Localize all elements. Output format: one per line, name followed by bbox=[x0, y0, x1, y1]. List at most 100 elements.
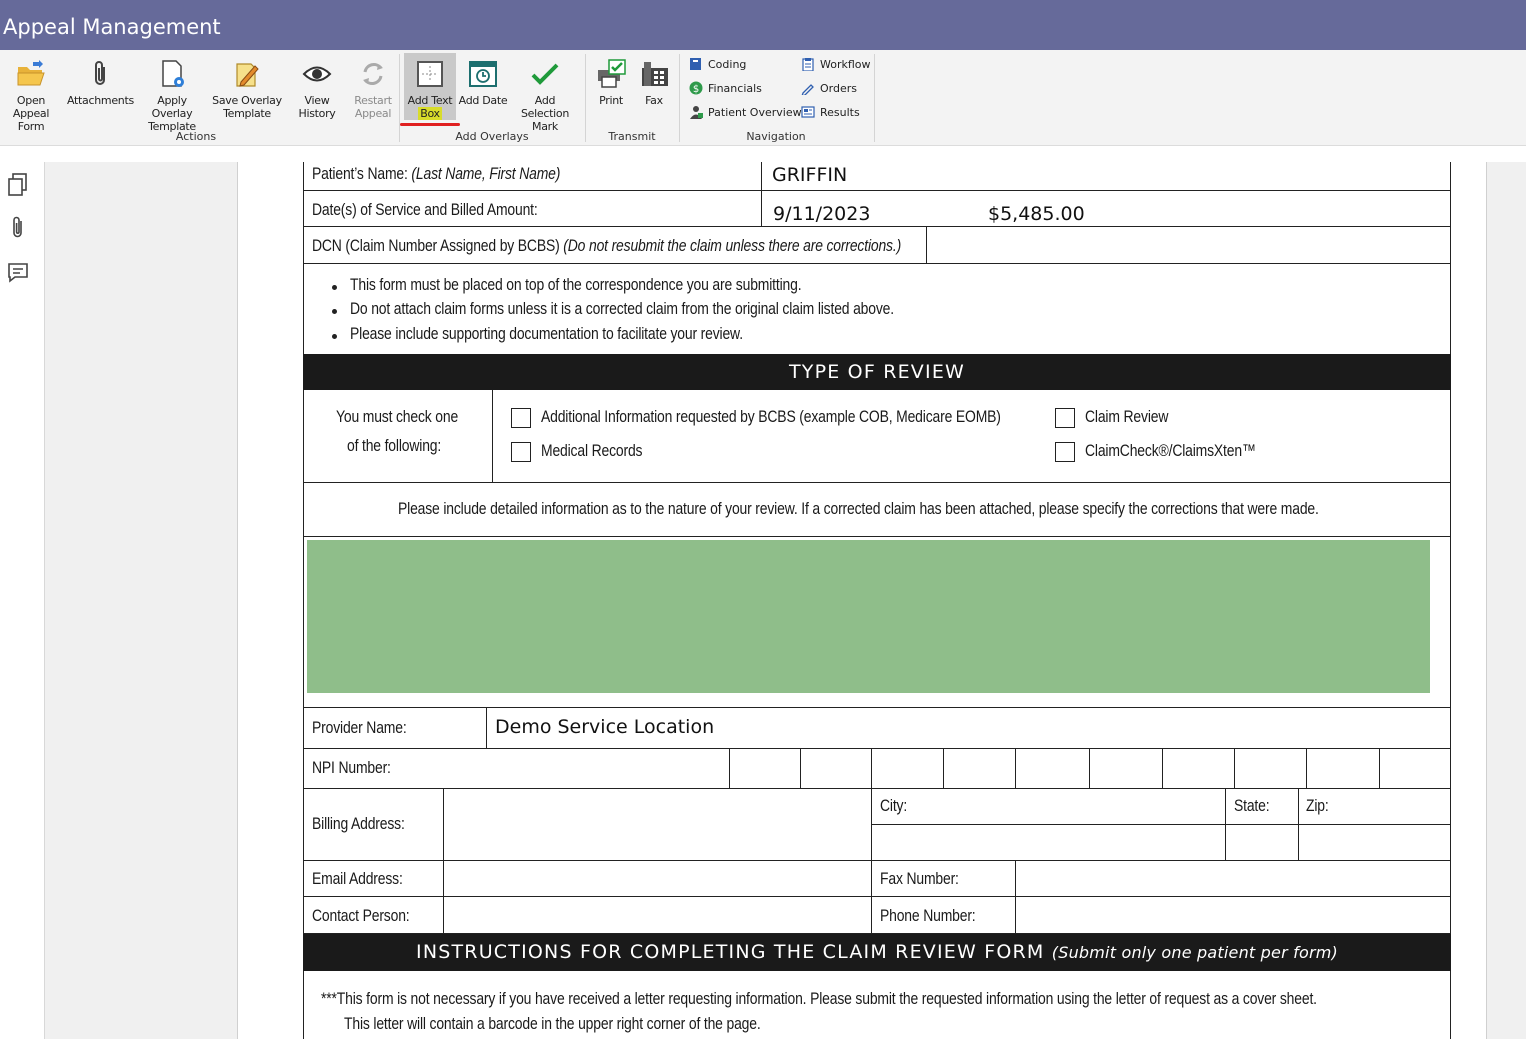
npi-cell-divider bbox=[1162, 748, 1163, 788]
workflow-link[interactable]: Workflow bbox=[801, 57, 871, 73]
navigation-group-label: Navigation bbox=[746, 130, 806, 143]
phone-number-label: Phone Number: bbox=[880, 906, 976, 925]
view-history-button[interactable]: View History bbox=[285, 50, 349, 126]
row-divider bbox=[303, 896, 1451, 897]
checkmark-icon bbox=[531, 63, 559, 85]
orders-link[interactable]: Orders bbox=[801, 81, 857, 97]
eye-icon bbox=[302, 66, 332, 82]
npi-label: NPI Number: bbox=[312, 758, 391, 777]
row-divider bbox=[303, 263, 1451, 264]
comment-icon[interactable] bbox=[6, 260, 30, 286]
open-appeal-form-button[interactable]: Open Appeal Form bbox=[0, 50, 62, 133]
text-box-icon bbox=[417, 61, 443, 87]
template-gear-icon bbox=[162, 60, 184, 87]
form-border-right bbox=[1450, 162, 1451, 1039]
bullet bbox=[332, 285, 337, 290]
row-divider bbox=[303, 536, 1451, 537]
claim-review-label: Claim Review bbox=[1085, 407, 1169, 426]
fax-button[interactable]: Fax bbox=[634, 50, 674, 126]
ribbon-separator bbox=[874, 54, 875, 142]
form-border-left bbox=[303, 162, 304, 1039]
row-divider bbox=[303, 707, 1451, 708]
billed-amount-value[interactable]: $5,485.00 bbox=[988, 203, 1085, 225]
medical-records-checkbox[interactable] bbox=[511, 442, 531, 462]
billing-address-label: Billing Address: bbox=[312, 814, 405, 833]
results-icon bbox=[801, 106, 815, 118]
patient-name-label: Patient’s Name: (Last Name, First Name) bbox=[312, 164, 561, 183]
patient-name-value[interactable]: GRIFFIN bbox=[772, 164, 847, 186]
row-divider bbox=[303, 190, 1451, 191]
ribbon-separator bbox=[679, 54, 680, 142]
must-check-line1: You must check one bbox=[336, 407, 459, 426]
print-button[interactable]: Print bbox=[590, 50, 632, 126]
pages-icon[interactable] bbox=[6, 172, 30, 198]
window-title: Appeal Management bbox=[3, 15, 221, 39]
dos-label: Date(s) of Service and Billed Amount: bbox=[312, 200, 538, 219]
row-divider bbox=[871, 824, 1451, 825]
additional-info-label: Additional Information requested by BCBS… bbox=[541, 407, 1001, 426]
paperclip-icon bbox=[95, 61, 105, 85]
contact-person-label: Contact Person: bbox=[312, 906, 410, 925]
restart-appeal-button[interactable]: Restart Appeal bbox=[350, 50, 396, 126]
claimcheck-label: ClaimCheck®/ClaimsXten™ bbox=[1085, 441, 1256, 460]
calendar-clock-icon bbox=[469, 61, 497, 87]
instructions-header-note: (Submit only one patient per form) bbox=[1051, 943, 1338, 962]
fax-machine-icon bbox=[642, 62, 668, 86]
email-address-label: Email Address: bbox=[312, 869, 403, 888]
bullet-text-1: This form must be placed on top of the c… bbox=[350, 275, 802, 294]
active-underline bbox=[400, 123, 460, 126]
divider bbox=[761, 162, 762, 226]
row-divider bbox=[303, 788, 1451, 789]
add-text-box-label-line1: Add Text bbox=[407, 94, 453, 107]
city-label: City: bbox=[880, 796, 908, 815]
add-date-button[interactable]: Add Date bbox=[458, 50, 508, 126]
patient-overview-link[interactable]: Patient Overview bbox=[689, 105, 802, 121]
claim-review-checkbox[interactable] bbox=[1055, 408, 1075, 428]
pen-icon bbox=[801, 84, 814, 95]
template-pencil-icon bbox=[236, 63, 259, 87]
refresh-icon bbox=[363, 63, 383, 85]
transmit-group-label: Transmit bbox=[608, 130, 656, 143]
add-selection-mark-button[interactable]: Add Selection Mark bbox=[510, 50, 580, 133]
row-divider bbox=[303, 482, 1451, 483]
attachment-paperclip-icon[interactable] bbox=[6, 215, 30, 241]
ribbon-toolbar: Open Appeal Form Attachments Apply Overl… bbox=[0, 50, 1526, 146]
npi-cell-divider bbox=[943, 748, 944, 788]
row-divider bbox=[303, 860, 1451, 861]
coding-book-icon bbox=[690, 58, 701, 70]
divider bbox=[926, 226, 927, 263]
npi-cell-divider bbox=[1015, 748, 1016, 788]
side-rail bbox=[0, 162, 45, 1039]
provider-name-label: Provider Name: bbox=[312, 718, 407, 737]
results-link[interactable]: Results bbox=[801, 105, 860, 121]
svg-text:$: $ bbox=[693, 84, 699, 95]
instructions-header: INSTRUCTIONS FOR COMPLETING THE CLAIM RE… bbox=[303, 934, 1451, 971]
title-bar: Appeal Management bbox=[0, 0, 1526, 50]
printer-icon bbox=[598, 59, 626, 88]
zip-label: Zip: bbox=[1306, 796, 1329, 815]
state-label: State: bbox=[1234, 796, 1270, 815]
attachments-button[interactable]: Attachments bbox=[67, 50, 134, 126]
npi-cell-divider bbox=[800, 748, 801, 788]
add-text-box-button[interactable]: Add Text Box bbox=[404, 53, 456, 120]
row-divider bbox=[303, 226, 1451, 227]
apply-overlay-template-button[interactable]: Apply Overlay Template bbox=[136, 50, 208, 133]
additional-info-checkbox[interactable] bbox=[511, 408, 531, 428]
bullet bbox=[332, 334, 337, 339]
detail-instructions: Please include detailed information as t… bbox=[398, 499, 1319, 518]
bullet-text-3: Please include supporting documentation … bbox=[350, 324, 743, 343]
coding-link[interactable]: Coding bbox=[689, 57, 746, 73]
actions-group-label: Actions bbox=[175, 130, 217, 143]
npi-cell-divider bbox=[1089, 748, 1090, 788]
financials-link[interactable]: $ Financials bbox=[689, 81, 762, 97]
provider-name-value[interactable]: Demo Service Location bbox=[495, 716, 714, 738]
bullet bbox=[332, 309, 337, 314]
overlay-text-box[interactable] bbox=[307, 540, 1430, 693]
npi-cell-divider bbox=[871, 748, 872, 788]
claimcheck-checkbox[interactable] bbox=[1055, 442, 1075, 462]
dos-value[interactable]: 9/11/2023 bbox=[773, 203, 870, 225]
save-overlay-template-button[interactable]: Save Overlay Template bbox=[211, 50, 283, 126]
note-line-1: ***This form is not necessary if you hav… bbox=[321, 989, 1317, 1008]
fax-number-label: Fax Number: bbox=[880, 869, 959, 888]
add-overlays-group-label: Add Overlays bbox=[455, 130, 529, 143]
